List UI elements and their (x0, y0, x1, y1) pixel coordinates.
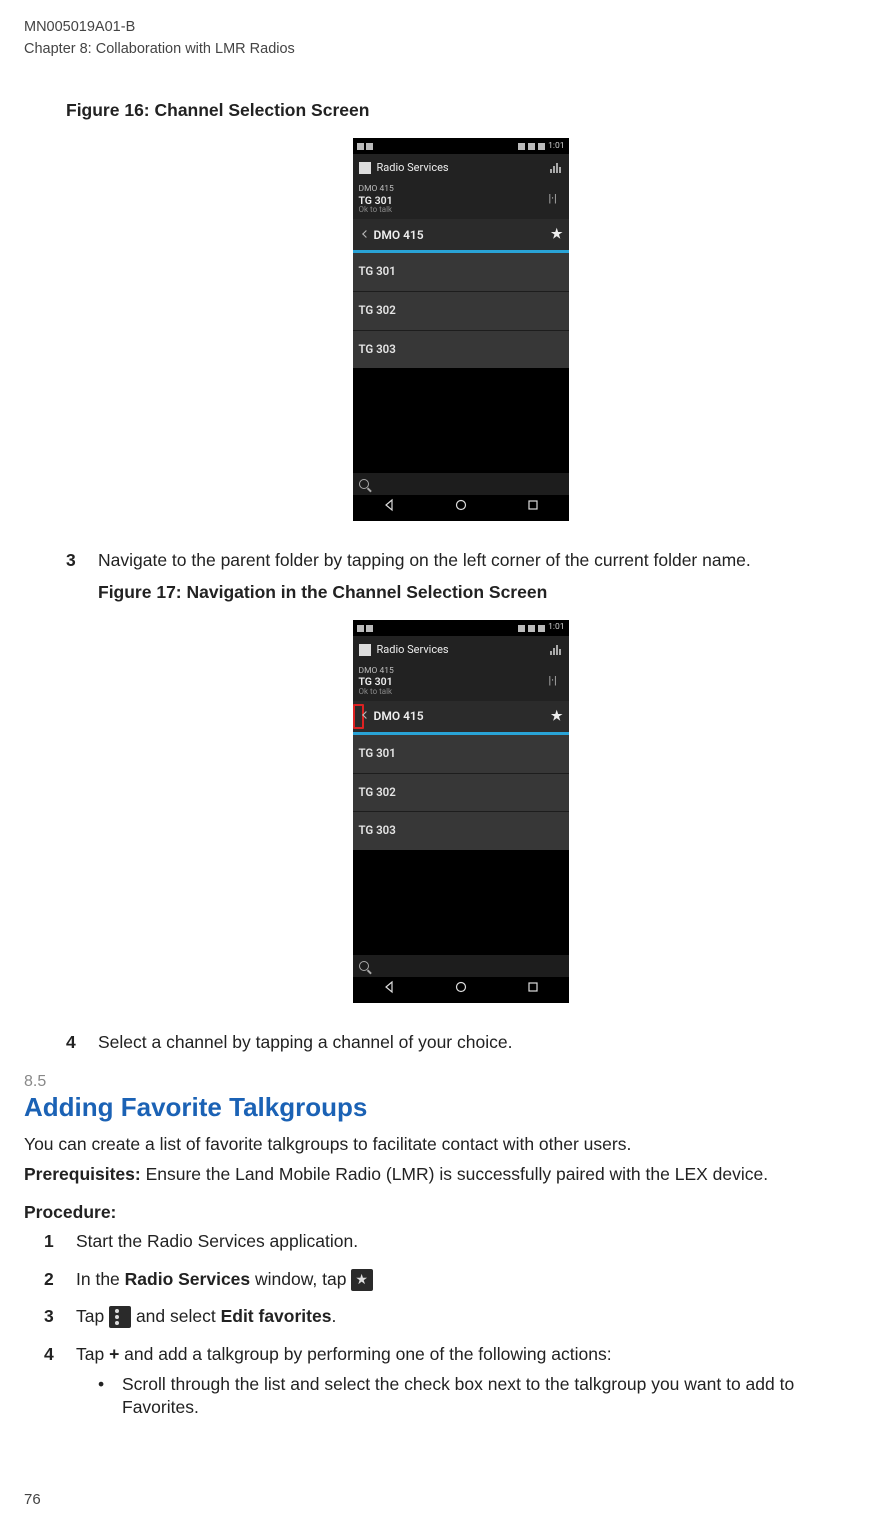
step-text-part: . (331, 1306, 336, 1326)
star-icon[interactable]: ★ (551, 226, 563, 244)
android-navbar (353, 495, 569, 521)
channel-item[interactable]: TG 302 (353, 773, 569, 812)
app-title: Radio Services (377, 161, 449, 176)
step-text-bold: Edit favorites (221, 1306, 332, 1326)
chevron-left-icon (362, 230, 370, 238)
prerequisites: Prerequisites: Ensure the Land Mobile Ra… (24, 1163, 865, 1187)
android-navbar (353, 977, 569, 1003)
battery-icon (538, 625, 545, 632)
prereq-label: Prerequisites: (24, 1164, 141, 1184)
equalizer-icon (549, 161, 563, 175)
nav-home-icon[interactable] (454, 978, 468, 1002)
app-title: Radio Services (377, 643, 449, 658)
step-text-part: Tap (76, 1344, 109, 1364)
step-number: 2 (44, 1268, 62, 1292)
folder-label: DMO 415 (374, 227, 424, 243)
app-icon (359, 644, 371, 656)
figure-16-title: Figure 16: Channel Selection Screen (66, 99, 855, 123)
channel-item[interactable]: TG 301 (353, 253, 569, 291)
app-icon (359, 162, 371, 174)
folder-row[interactable]: DMO 415 ★ (353, 701, 569, 733)
step-number: 3 (66, 549, 84, 573)
step-text-part: window, tap (250, 1269, 351, 1289)
status-bar: 1:01 (353, 138, 569, 154)
status-icon (357, 143, 364, 150)
bullet-text: Scroll through the list and select the c… (122, 1373, 855, 1420)
app-bar: Radio Services (353, 154, 569, 182)
status-time: 1:01 (548, 622, 564, 633)
ptt-icon[interactable]: |·| (549, 675, 563, 689)
info-bar: DMO 415 TG 301 Ok to talk |·| (353, 664, 569, 701)
star-icon (351, 1269, 373, 1291)
procedure-label: Procedure: (24, 1201, 865, 1225)
nav-home-icon[interactable] (454, 496, 468, 520)
bullet-dot: • (98, 1373, 108, 1420)
step-number: 4 (66, 1031, 84, 1055)
section-number: 8.5 (24, 1071, 865, 1093)
folder-row[interactable]: DMO 415 ★ (353, 219, 569, 251)
more-icon (109, 1306, 131, 1328)
equalizer-icon (549, 643, 563, 657)
search-row[interactable] (353, 473, 569, 495)
step-number: 1 (44, 1230, 62, 1254)
status-bar: 1:01 (353, 620, 569, 636)
ptt-icon[interactable]: |·| (549, 193, 563, 207)
screen-filler (353, 850, 569, 955)
page-number: 76 (24, 1490, 41, 1510)
section-intro: You can create a list of favorite talkgr… (24, 1133, 865, 1157)
step-text-part: In the (76, 1269, 125, 1289)
app-bar: Radio Services (353, 636, 569, 664)
figure-17-title: Figure 17: Navigation in the Channel Sel… (98, 581, 855, 605)
search-row[interactable] (353, 955, 569, 977)
folder-label: DMO 415 (374, 708, 424, 724)
status-icon (357, 625, 364, 632)
step-text: Start the Radio Services application. (76, 1230, 855, 1254)
step-number: 4 (44, 1343, 62, 1367)
doc-id: MN005019A01-B (24, 18, 865, 38)
screen-filler (353, 368, 569, 473)
step-text: Tap and select Edit favorites. (76, 1305, 855, 1329)
status-time: 1:01 (548, 141, 564, 152)
step-text: In the Radio Services window, tap (76, 1268, 855, 1292)
step-text: Select a channel by tapping a channel of… (98, 1031, 855, 1055)
chapter-title: Chapter 8: Collaboration with LMR Radios (24, 40, 865, 60)
status-icon (366, 143, 373, 150)
search-icon (359, 479, 369, 489)
nav-back-icon[interactable] (382, 978, 396, 1002)
step-text-part: and add a talkgroup by performing one of… (119, 1344, 611, 1364)
battery-icon (538, 143, 545, 150)
bluetooth-icon (518, 143, 525, 150)
nav-back-icon[interactable] (382, 496, 396, 520)
bluetooth-icon (518, 625, 525, 632)
step-text: Navigate to the parent folder by tapping… (98, 549, 855, 573)
signal-icon (528, 143, 535, 150)
figure-17-screenshot: 1:01 Radio Services DMO 415 TG 301 Ok to… (353, 620, 569, 1003)
step-text-part: Tap (76, 1306, 109, 1326)
star-icon[interactable]: ★ (551, 708, 563, 726)
info-line3: Ok to talk (359, 206, 394, 215)
search-icon (359, 961, 369, 971)
status-icon (366, 625, 373, 632)
step-text-bold: Radio Services (125, 1269, 250, 1289)
section-title: Adding Favorite Talkgroups (24, 1090, 865, 1125)
info-bar: DMO 415 TG 301 Ok to talk |·| (353, 182, 569, 219)
step-text-bold: + (109, 1344, 119, 1364)
channel-item[interactable]: TG 303 (353, 330, 569, 369)
nav-recent-icon[interactable] (526, 978, 540, 1002)
step-text: Tap + and add a talkgroup by performing … (76, 1343, 855, 1367)
signal-icon (528, 625, 535, 632)
prereq-text: Ensure the Land Mobile Radio (LMR) is su… (141, 1164, 768, 1184)
figure-16-screenshot: 1:01 Radio Services DMO 415 TG 301 Ok to… (353, 138, 569, 521)
channel-item[interactable]: TG 303 (353, 811, 569, 850)
step-number: 3 (44, 1305, 62, 1329)
channel-item[interactable]: TG 301 (353, 735, 569, 773)
nav-recent-icon[interactable] (526, 496, 540, 520)
highlight-box (353, 704, 364, 730)
channel-item[interactable]: TG 302 (353, 291, 569, 330)
step-text-part: and select (131, 1306, 221, 1326)
info-line3: Ok to talk (359, 688, 394, 697)
